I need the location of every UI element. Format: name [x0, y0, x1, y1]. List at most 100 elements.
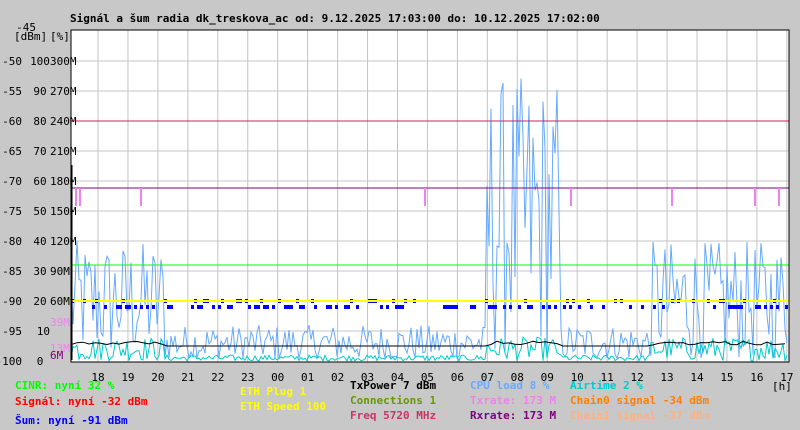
noise-point	[347, 305, 350, 309]
legend-cpu: CPU load 8 %	[470, 379, 550, 392]
noise-point	[248, 305, 251, 309]
legend-eth-plug: ETH Plug 1	[240, 385, 307, 398]
y-tick-rate: 240M	[50, 115, 77, 128]
noise-point	[326, 305, 329, 309]
legend-chain1: Chain1 signal -37 dBm	[570, 409, 710, 422]
noise-point	[491, 305, 494, 309]
plot-area	[71, 30, 789, 362]
noise-point	[398, 305, 401, 309]
noise-point	[590, 305, 593, 309]
noise-point	[191, 305, 194, 309]
y-tick-rate: 60M	[50, 295, 70, 308]
noise-point	[299, 305, 302, 309]
y-tick-pct: 70	[33, 145, 46, 158]
y-tick-pct: 30	[33, 265, 46, 278]
noise-point	[740, 305, 743, 309]
legend-eth-speed: ETH Speed 100	[240, 400, 327, 413]
noise-point	[167, 305, 170, 309]
noise-point	[770, 305, 773, 309]
noise-point	[578, 305, 581, 309]
unit-pct: [%]	[50, 30, 70, 43]
y-tick-pct: 90	[33, 85, 46, 98]
noise-point	[488, 305, 491, 309]
noise-point	[758, 305, 761, 309]
noise-point	[473, 305, 476, 309]
noise-point	[386, 305, 389, 309]
y-tick-rate: 90M	[50, 265, 70, 278]
noise-point	[272, 305, 275, 309]
noise-point	[314, 305, 317, 309]
noise-point	[662, 305, 665, 309]
y-tick-dbm: -70	[2, 175, 22, 188]
y-tick-pct: 100	[30, 55, 50, 68]
noise-point	[734, 305, 737, 309]
noise-point	[548, 305, 551, 309]
y-tick-pct: 60	[33, 175, 46, 188]
legend-airtime: Airtime 2 %	[570, 379, 643, 392]
y-tick-dbm: -50	[2, 55, 22, 68]
y-tick-rate: 150M	[50, 205, 77, 218]
y-tick-pct: 40	[33, 235, 46, 248]
legend-freq: Freq 5720 MHz	[350, 409, 437, 422]
noise-point	[344, 305, 347, 309]
chart-title: Signál a šum radia dk_treskova_ac od: 9.…	[70, 12, 600, 25]
noise-point	[494, 305, 497, 309]
y-tick-dbm: -60	[2, 115, 22, 128]
noise-point	[554, 305, 557, 309]
noise-point	[518, 305, 521, 309]
noise-point	[290, 305, 293, 309]
y-tick-dbm: -85	[2, 265, 22, 278]
noise-point	[116, 305, 119, 309]
y-tick-rate: 180M	[50, 175, 77, 188]
noise-point	[470, 305, 473, 309]
noise-point	[785, 305, 788, 309]
noise-point	[302, 305, 305, 309]
legend-txrate: Txrate: 173 M	[470, 394, 557, 407]
noise-point	[119, 305, 122, 309]
noise-point	[530, 305, 533, 309]
noise-point	[284, 305, 287, 309]
chart: Signál a šum radia dk_treskova_ac od: 9.…	[0, 12, 793, 393]
noise-point	[713, 305, 716, 309]
x-tick-label: 19	[121, 371, 134, 384]
noise-point	[380, 305, 383, 309]
noise-point	[170, 305, 173, 309]
noise-point	[446, 305, 449, 309]
y-tick-dbm: -80	[2, 235, 22, 248]
legend-signal: Signál: nyní -32 dBm	[15, 395, 148, 408]
x-unit: [h]	[772, 380, 792, 393]
noise-point	[266, 305, 269, 309]
graph-image: Signál a šum radia dk_treskova_ac od: 9.…	[0, 0, 800, 430]
noise-point	[200, 305, 203, 309]
y-tick-dbm: -90	[2, 295, 22, 308]
legend-txpower: TxPower 7 dBm	[350, 379, 437, 392]
x-tick-label: 14	[690, 371, 704, 384]
noise-point	[449, 305, 452, 309]
x-tick-label: 15	[720, 371, 733, 384]
y-tick-dbm: -75	[2, 205, 22, 218]
noise-point	[563, 305, 566, 309]
noise-point	[104, 305, 107, 309]
x-tick-label: 00	[271, 371, 284, 384]
x-tick-label: 16	[750, 371, 763, 384]
y-tick-rate: 300M	[50, 55, 77, 68]
legend-rxrate: Rxrate: 173 M	[470, 409, 557, 422]
noise-point	[152, 305, 155, 309]
noise-point	[128, 305, 131, 309]
noise-point	[134, 305, 137, 309]
legend-connections: Connections 1	[350, 394, 437, 407]
noise-point	[602, 305, 605, 309]
y-tick-rate: 210M	[50, 145, 77, 158]
noise-point	[140, 305, 143, 309]
y-tick-rate: 270M	[50, 85, 77, 98]
y-tick-pct: 10	[37, 325, 50, 338]
y-tick-dbm: -55	[2, 85, 22, 98]
y-tick-rate: 120M	[50, 235, 77, 248]
x-tick-label: 23	[241, 371, 254, 384]
noise-point	[527, 305, 530, 309]
noise-point	[509, 305, 512, 309]
legend-cinr: CINR: nyní 32 %	[15, 379, 115, 392]
noise-point	[230, 305, 233, 309]
y-tick-dbm: -95	[2, 325, 22, 338]
noise-point	[653, 305, 656, 309]
